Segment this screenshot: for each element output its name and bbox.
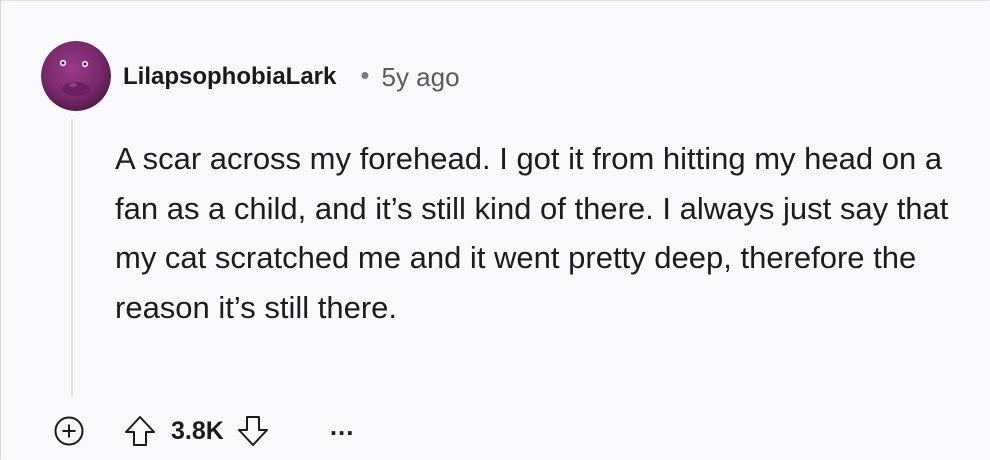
meta-separator: •: [360, 60, 370, 90]
avatar[interactable]: [41, 41, 111, 111]
expand-thread-button[interactable]: [53, 415, 85, 447]
comment-age[interactable]: 5y ago: [381, 62, 459, 93]
more-options-button[interactable]: ...: [330, 411, 355, 442]
comment-body: A scar across my forehead. I got it from…: [115, 141, 949, 325]
plus-circle-icon: [54, 416, 84, 446]
comment-card: LilapsophobiaLark • 5y ago A scar across…: [0, 0, 989, 459]
avatar-image: [41, 41, 111, 111]
username-link[interactable]: LilapsophobiaLark: [123, 63, 336, 91]
vote-score: 3.8K: [171, 416, 224, 445]
thread-line[interactable]: [71, 119, 73, 397]
downvote-button[interactable]: [236, 414, 270, 448]
arrow-up-icon: [125, 416, 155, 446]
upvote-button[interactable]: [123, 414, 157, 448]
arrow-down-icon: [237, 416, 268, 446]
comment-actions: 3.8K ...: [53, 409, 354, 453]
comment-header: LilapsophobiaLark • 5y ago: [123, 57, 460, 97]
